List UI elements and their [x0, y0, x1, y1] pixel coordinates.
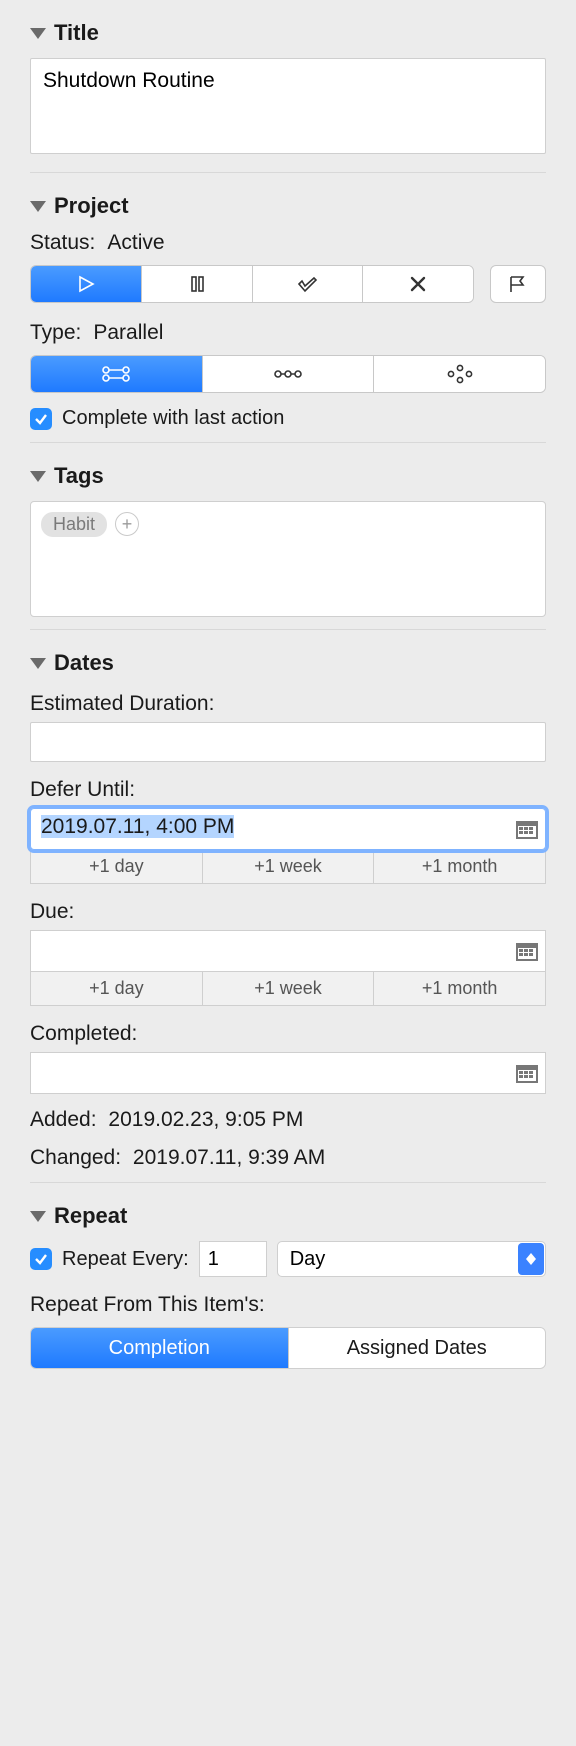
- added-label: Added:: [30, 1108, 97, 1131]
- completed-label: Completed:: [30, 1022, 546, 1046]
- status-dropped-button[interactable]: [363, 266, 473, 302]
- added-row: Added: 2019.02.23, 9:05 PM: [30, 1108, 546, 1132]
- section-header-project[interactable]: Project: [30, 193, 546, 219]
- status-completed-button[interactable]: [253, 266, 364, 302]
- sequential-icon: [273, 364, 303, 384]
- repeat-from-completion-button[interactable]: Completion: [31, 1328, 289, 1368]
- calendar-icon[interactable]: [514, 817, 540, 841]
- chevron-down-icon: [30, 1211, 46, 1222]
- repeat-every-value-input[interactable]: [199, 1241, 267, 1277]
- chevron-down-icon: [30, 28, 46, 39]
- type-sequential-button[interactable]: [203, 356, 375, 392]
- single-actions-icon: [445, 364, 475, 384]
- changed-row: Changed: 2019.07.11, 9:39 AM: [30, 1146, 546, 1170]
- section-repeat-label: Repeat: [54, 1203, 127, 1229]
- complete-with-last-action-row[interactable]: Complete with last action: [30, 407, 546, 430]
- complete-with-last-action-label: Complete with last action: [62, 407, 284, 430]
- due-plus-1-day-button[interactable]: +1 day: [31, 972, 203, 1005]
- section-project-label: Project: [54, 193, 129, 219]
- defer-plus-1-week-button[interactable]: +1 week: [203, 850, 375, 883]
- section-tags-label: Tags: [54, 463, 104, 489]
- pause-icon: [187, 274, 207, 294]
- section-title: Title Shutdown Routine: [30, 0, 546, 172]
- section-header-repeat[interactable]: Repeat: [30, 1203, 546, 1229]
- due-plus-1-week-button[interactable]: +1 week: [203, 972, 375, 1005]
- type-value: Parallel: [93, 321, 163, 345]
- tag-chip[interactable]: Habit: [41, 512, 107, 537]
- type-segmented-control: [30, 355, 546, 393]
- repeat-from-label: Repeat From This Item's:: [30, 1293, 546, 1317]
- section-header-tags[interactable]: Tags: [30, 463, 546, 489]
- flag-icon: [507, 274, 529, 294]
- defer-quick-buttons: +1 day +1 week +1 month: [30, 850, 546, 884]
- changed-value: 2019.07.11, 9:39 AM: [133, 1146, 325, 1169]
- x-icon: [408, 274, 428, 294]
- section-header-dates[interactable]: Dates: [30, 650, 546, 676]
- repeat-from-assigned-button[interactable]: Assigned Dates: [289, 1328, 546, 1368]
- repeat-every-unit-select[interactable]: [277, 1241, 546, 1277]
- section-dates-label: Dates: [54, 650, 114, 676]
- due-label: Due:: [30, 900, 546, 924]
- repeat-every-checkbox[interactable]: [30, 1248, 52, 1270]
- checkmark-icon: [34, 1252, 48, 1266]
- section-title-label: Title: [54, 20, 99, 46]
- plus-icon: +: [122, 514, 133, 535]
- section-dates: Dates Estimated Duration: Defer Until: 2…: [30, 629, 546, 1182]
- status-value: Active: [107, 231, 164, 255]
- changed-label: Changed:: [30, 1146, 121, 1169]
- flag-button[interactable]: [490, 265, 546, 303]
- defer-plus-1-day-button[interactable]: +1 day: [31, 850, 203, 883]
- chevron-down-icon: [30, 658, 46, 669]
- due-input[interactable]: [30, 930, 546, 972]
- status-label: Status:: [30, 231, 95, 255]
- type-single-button[interactable]: [374, 356, 545, 392]
- parallel-icon: [101, 364, 131, 384]
- section-tags: Tags Habit +: [30, 442, 546, 629]
- estimated-duration-label: Estimated Duration:: [30, 692, 546, 716]
- add-tag-button[interactable]: +: [115, 512, 139, 536]
- stepper-icon: [518, 1243, 544, 1275]
- chevron-down-icon: [30, 471, 46, 482]
- chevron-down-icon: [30, 201, 46, 212]
- complete-with-last-action-checkbox[interactable]: [30, 408, 52, 430]
- checkmark-icon: [34, 412, 48, 426]
- defer-until-value: 2019.07.11, 4:00 PM: [41, 815, 234, 838]
- defer-until-label: Defer Until:: [30, 778, 546, 802]
- status-segmented-control: [30, 265, 474, 303]
- calendar-icon[interactable]: [514, 939, 540, 963]
- defer-plus-1-month-button[interactable]: +1 month: [374, 850, 545, 883]
- due-quick-buttons: +1 day +1 week +1 month: [30, 972, 546, 1006]
- check-icon: [296, 274, 318, 294]
- repeat-from-segmented-control: Completion Assigned Dates: [30, 1327, 546, 1369]
- section-project: Project Status: Active: [30, 172, 546, 442]
- due-plus-1-month-button[interactable]: +1 month: [374, 972, 545, 1005]
- repeat-every-label: Repeat Every:: [62, 1248, 189, 1271]
- tags-field[interactable]: Habit +: [30, 501, 546, 617]
- added-value: 2019.02.23, 9:05 PM: [108, 1108, 303, 1131]
- status-active-button[interactable]: [31, 266, 142, 302]
- status-onhold-button[interactable]: [142, 266, 253, 302]
- estimated-duration-input[interactable]: [30, 722, 546, 762]
- section-repeat: Repeat Repeat Every: Repeat From This It…: [30, 1182, 546, 1381]
- defer-until-input[interactable]: 2019.07.11, 4:00 PM: [30, 808, 546, 850]
- section-header-title[interactable]: Title: [30, 20, 546, 46]
- type-parallel-button[interactable]: [31, 356, 203, 392]
- title-input[interactable]: Shutdown Routine: [30, 58, 546, 154]
- play-icon: [76, 274, 96, 294]
- type-label: Type:: [30, 321, 81, 345]
- completed-input[interactable]: [30, 1052, 546, 1094]
- calendar-icon[interactable]: [514, 1061, 540, 1085]
